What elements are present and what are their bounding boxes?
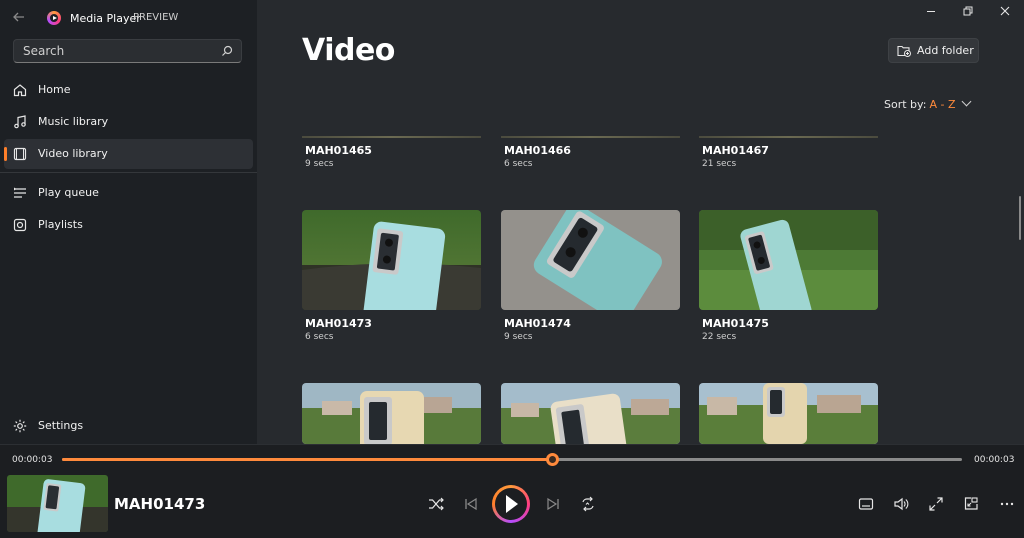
sidebar-item-music-library[interactable]: Music library xyxy=(4,107,253,137)
video-duration: 21 secs xyxy=(702,159,737,169)
minimize-icon[interactable] xyxy=(921,5,941,21)
video-title: MAH01473 xyxy=(305,317,372,330)
preview-badge: PREVIEW xyxy=(133,12,179,23)
app-title: Media Player xyxy=(70,12,141,25)
video-thumbnail xyxy=(699,210,878,310)
sidebar-item-home[interactable]: Home xyxy=(4,75,253,105)
sidebar-item-playlists[interactable]: Playlists xyxy=(4,210,253,240)
previous-icon[interactable] xyxy=(462,495,480,513)
gear-icon xyxy=(13,419,27,433)
sidebar-item-settings[interactable]: Settings xyxy=(4,411,253,441)
sidebar-item-play-queue[interactable]: Play queue xyxy=(4,178,253,208)
page-title: Video xyxy=(302,33,395,68)
restore-icon[interactable] xyxy=(958,5,978,21)
repeat-icon[interactable] xyxy=(579,495,597,513)
sidebar-item-label: Play queue xyxy=(38,186,99,199)
main-content: Video Add folder Sort by: A - Z MAH01465 … xyxy=(257,0,1024,444)
video-duration: 22 secs xyxy=(702,332,737,342)
sidebar-item-label: Playlists xyxy=(38,218,83,231)
seek-handle[interactable] xyxy=(546,453,559,466)
sidebar-divider xyxy=(0,172,257,173)
video-thumbnail xyxy=(302,210,481,310)
video-duration: 6 secs xyxy=(504,159,533,169)
total-time: 00:00:03 xyxy=(974,455,1015,465)
add-folder-button[interactable]: Add folder xyxy=(888,38,979,63)
folder-add-icon xyxy=(897,45,911,57)
sidebar-item-label: Home xyxy=(38,83,71,96)
chevron-down-icon xyxy=(962,96,972,107)
player-bar: 00:00:03 00:00:03 MAH01473 xyxy=(0,444,1024,538)
seek-slider[interactable] xyxy=(62,453,962,466)
video-title: MAH01467 xyxy=(702,144,769,157)
sidebar: Media Player PREVIEW Home Music library … xyxy=(0,0,257,444)
now-playing-thumbnail[interactable] xyxy=(7,475,108,532)
add-folder-label: Add folder xyxy=(917,44,974,57)
sidebar-item-label: Video library xyxy=(38,147,108,160)
video-duration: 6 secs xyxy=(305,332,334,342)
video-thumbnail xyxy=(501,136,680,138)
back-arrow-icon[interactable] xyxy=(12,10,28,26)
play-button[interactable] xyxy=(492,485,530,523)
video-thumbnail xyxy=(699,383,878,444)
video-duration: 9 secs xyxy=(305,159,334,169)
search-input[interactable] xyxy=(21,43,215,59)
media-player-logo-icon xyxy=(47,11,61,25)
sort-label: Sort by: xyxy=(884,98,927,111)
video-title: MAH01474 xyxy=(504,317,571,330)
captions-icon[interactable] xyxy=(857,495,875,513)
search-box[interactable] xyxy=(13,39,242,63)
video-title: MAH01465 xyxy=(305,144,372,157)
playlists-icon xyxy=(13,218,27,232)
search-icon[interactable] xyxy=(220,44,234,58)
sort-dropdown[interactable]: Sort by: A - Z xyxy=(884,96,972,111)
mini-player-icon[interactable] xyxy=(962,495,980,513)
video-title: MAH01475 xyxy=(702,317,769,330)
volume-icon[interactable] xyxy=(892,495,910,513)
sidebar-item-label: Settings xyxy=(38,419,84,432)
video-duration: 9 secs xyxy=(504,332,533,342)
home-icon xyxy=(13,84,27,97)
next-icon[interactable] xyxy=(544,495,562,513)
now-playing-title: MAH01473 xyxy=(114,495,206,513)
sort-value: A - Z xyxy=(929,98,956,111)
shuffle-icon[interactable] xyxy=(427,495,445,513)
more-options-icon[interactable] xyxy=(998,495,1016,513)
video-thumbnail xyxy=(501,210,680,310)
close-icon[interactable] xyxy=(995,5,1015,21)
elapsed-time: 00:00:03 xyxy=(12,455,53,465)
video-thumbnail xyxy=(302,383,481,444)
video-film-icon xyxy=(13,147,27,161)
video-thumbnail xyxy=(302,136,481,138)
play-icon xyxy=(506,495,518,513)
music-note-icon xyxy=(14,115,26,129)
seek-progress-fill xyxy=(62,458,553,461)
sidebar-item-video-library[interactable]: Video library xyxy=(4,139,253,169)
fullscreen-icon[interactable] xyxy=(927,495,945,513)
scrollbar-thumb[interactable] xyxy=(1019,196,1021,240)
video-thumbnail xyxy=(501,383,680,444)
video-thumbnail xyxy=(699,136,878,138)
sidebar-item-label: Music library xyxy=(38,115,109,128)
video-title: MAH01466 xyxy=(504,144,571,157)
play-queue-icon xyxy=(14,187,26,198)
